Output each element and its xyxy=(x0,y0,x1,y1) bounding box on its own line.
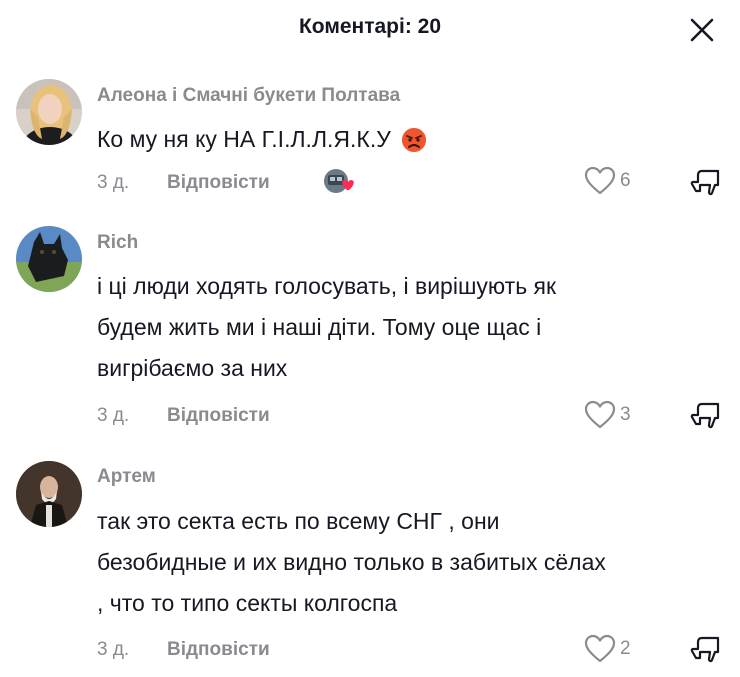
comment-username[interactable]: Rich xyxy=(97,232,138,254)
comment-text-line: вигрібаємо за них xyxy=(97,355,288,381)
heart-outline-icon xyxy=(584,634,616,663)
like-count: 2 xyxy=(620,638,631,659)
like-button[interactable]: 6 xyxy=(584,166,654,196)
comment-text-line: безобидные и их видно только в забитых с… xyxy=(97,549,606,575)
reply-button[interactable]: Відповісти xyxy=(167,172,270,194)
comment-text: і ці люди ходять голосувать, і вирішують… xyxy=(97,266,725,389)
reply-button[interactable]: Відповісти xyxy=(167,405,270,427)
creator-liked-badge-icon xyxy=(322,166,360,196)
comment-text-line: і ці люди ходять голосувать, і вирішують… xyxy=(97,273,557,299)
comments-title: Коментарі: 20 xyxy=(298,15,442,38)
avatar[interactable] xyxy=(16,226,82,292)
heart-outline-icon xyxy=(584,166,616,195)
close-button[interactable] xyxy=(688,16,716,44)
like-button[interactable]: 3 xyxy=(584,400,654,430)
avatar[interactable] xyxy=(16,461,82,527)
avatar[interactable] xyxy=(16,79,82,145)
comment-text-line: так это секта есть по всему СНГ , они xyxy=(97,508,500,534)
comment-username[interactable]: Артем xyxy=(97,466,156,488)
comment-timestamp: 3 д. xyxy=(97,639,130,660)
like-button[interactable]: 2 xyxy=(584,634,654,664)
comment-text-line: , что то типо секты колгоспа xyxy=(97,590,398,616)
dislike-button[interactable] xyxy=(690,632,722,664)
reply-button[interactable]: Відповісти xyxy=(167,639,270,661)
comment-timestamp: 3 д. xyxy=(97,405,130,426)
like-count: 3 xyxy=(620,404,631,425)
close-icon xyxy=(690,18,714,42)
thumbs-down-icon xyxy=(690,169,720,196)
comments-header: Коментарі: 20 xyxy=(0,0,740,56)
like-count: 6 xyxy=(620,170,631,191)
comment-timestamp: 3 д. xyxy=(97,172,130,193)
heart-outline-icon xyxy=(584,400,616,429)
comment-text-line: будем жить ми і наші діти. Тому оце щас … xyxy=(97,314,542,340)
thumbs-down-icon xyxy=(690,402,720,429)
comment-text: Ко му ня ку НА Г.І.Л.Л.Я.К.У xyxy=(97,119,725,166)
angry-face-emoji-icon xyxy=(401,125,427,166)
thumbs-down-icon xyxy=(690,636,720,663)
comment-username[interactable]: Алеона і Смачні букети Полтава xyxy=(97,85,400,107)
comment-text: так это секта есть по всему СНГ , они бе… xyxy=(97,501,725,624)
comment-text-line: Ко му ня ку НА Г.І.Л.Л.Я.К.У xyxy=(97,126,391,152)
dislike-button[interactable] xyxy=(690,165,722,197)
dislike-button[interactable] xyxy=(690,398,722,430)
